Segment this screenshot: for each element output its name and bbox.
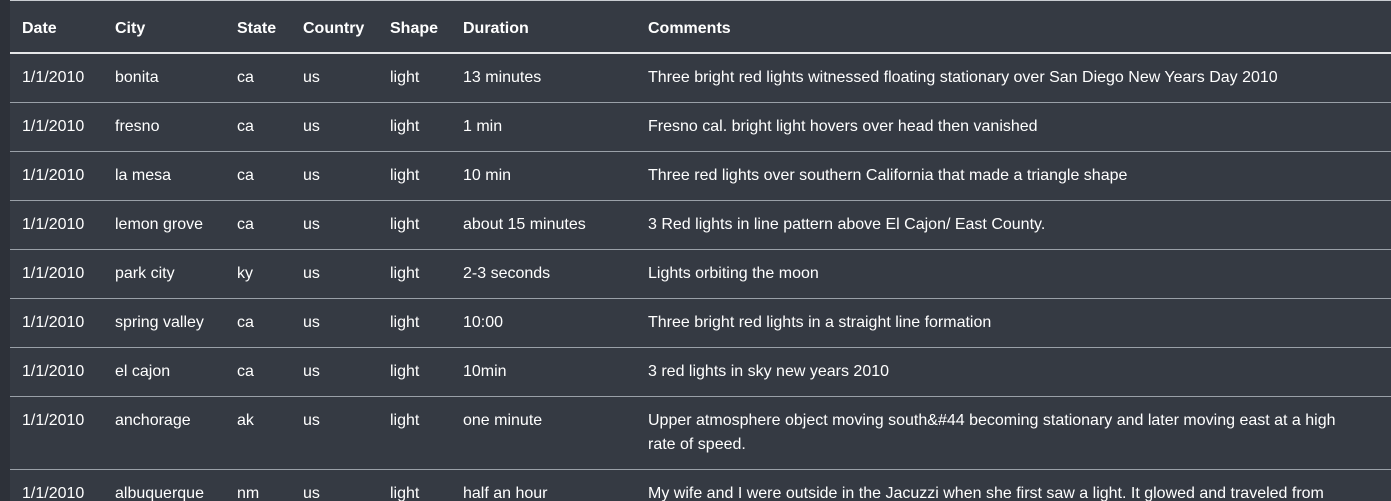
table-row: 1/1/2010 bonita ca us light 13 minutes T… [10, 53, 1391, 103]
cell-date: 1/1/2010 [10, 347, 103, 397]
cell-duration: 10min [451, 347, 636, 397]
cell-shape: light [378, 53, 451, 103]
table-row: 1/1/2010 albuquerque nm us light half an… [10, 469, 1391, 501]
cell-shape: light [378, 102, 451, 152]
left-margin-strip [0, 0, 10, 501]
header-date[interactable]: Date [10, 5, 103, 54]
cell-comments: Lights orbiting the moon [636, 249, 1391, 299]
cell-city: fresno [103, 102, 225, 152]
cell-comments: 3 red lights in sky new years 2010 [636, 347, 1391, 397]
cell-shape: light [378, 200, 451, 250]
header-comments[interactable]: Comments [636, 5, 1391, 54]
cell-city: el cajon [103, 347, 225, 397]
page: Date City State Country Shape Duration C… [0, 0, 1391, 501]
cell-duration: 1 min [451, 102, 636, 152]
cell-date: 1/1/2010 [10, 102, 103, 152]
cell-duration: one minute [451, 396, 636, 470]
table-row: 1/1/2010 el cajon ca us light 10min 3 re… [10, 347, 1391, 397]
cell-city: spring valley [103, 298, 225, 348]
cell-shape: light [378, 151, 451, 201]
cell-shape: light [378, 249, 451, 299]
cell-duration: 13 minutes [451, 53, 636, 103]
table-row: 1/1/2010 anchorage ak us light one minut… [10, 396, 1391, 470]
cell-country: us [291, 347, 378, 397]
cell-city: la mesa [103, 151, 225, 201]
cell-city: lemon grove [103, 200, 225, 250]
cell-country: us [291, 151, 378, 201]
cell-comments: Three red lights over southern Californi… [636, 151, 1391, 201]
cell-duration: 10:00 [451, 298, 636, 348]
cell-city: albuquerque [103, 469, 225, 501]
cell-state: ca [225, 200, 291, 250]
cell-city: anchorage [103, 396, 225, 470]
cell-comments: Upper atmosphere object moving south&#44… [636, 396, 1391, 470]
cell-country: us [291, 469, 378, 501]
table-header: Date City State Country Shape Duration C… [10, 5, 1391, 54]
ufo-sightings-table: Date City State Country Shape Duration C… [10, 5, 1391, 501]
cell-state: ak [225, 396, 291, 470]
cell-comments: My wife and I were outside in the Jacuzz… [636, 469, 1391, 501]
cell-state: ca [225, 53, 291, 103]
cell-comments: 3 Red lights in line pattern above El Ca… [636, 200, 1391, 250]
cell-duration: 2-3 seconds [451, 249, 636, 299]
cell-duration: half an hour [451, 469, 636, 501]
ufo-sightings-table-container: Date City State Country Shape Duration C… [10, 0, 1391, 501]
cell-state: nm [225, 469, 291, 501]
cell-date: 1/1/2010 [10, 396, 103, 470]
cell-country: us [291, 102, 378, 152]
cell-date: 1/1/2010 [10, 298, 103, 348]
cell-date: 1/1/2010 [10, 200, 103, 250]
header-row: Date City State Country Shape Duration C… [10, 5, 1391, 54]
header-city[interactable]: City [103, 5, 225, 54]
table-row: 1/1/2010 spring valley ca us light 10:00… [10, 298, 1391, 348]
cell-shape: light [378, 347, 451, 397]
cell-state: ca [225, 102, 291, 152]
header-shape[interactable]: Shape [378, 5, 451, 54]
cell-comments: Three bright red lights in a straight li… [636, 298, 1391, 348]
header-duration[interactable]: Duration [451, 5, 636, 54]
table-row: 1/1/2010 la mesa ca us light 10 min Thre… [10, 151, 1391, 201]
cell-state: ca [225, 151, 291, 201]
cell-date: 1/1/2010 [10, 249, 103, 299]
cell-country: us [291, 249, 378, 299]
cell-shape: light [378, 396, 451, 470]
cell-country: us [291, 200, 378, 250]
cell-date: 1/1/2010 [10, 53, 103, 103]
cell-country: us [291, 298, 378, 348]
header-state[interactable]: State [225, 5, 291, 54]
cell-state: ca [225, 347, 291, 397]
cell-date: 1/1/2010 [10, 151, 103, 201]
cell-date: 1/1/2010 [10, 469, 103, 501]
cell-duration: about 15 minutes [451, 200, 636, 250]
cell-comments: Three bright red lights witnessed floati… [636, 53, 1391, 103]
cell-shape: light [378, 298, 451, 348]
table-row: 1/1/2010 lemon grove ca us light about 1… [10, 200, 1391, 250]
cell-city: park city [103, 249, 225, 299]
cell-country: us [291, 396, 378, 470]
header-country[interactable]: Country [291, 5, 378, 54]
cell-duration: 10 min [451, 151, 636, 201]
cell-state: ca [225, 298, 291, 348]
table-row: 1/1/2010 park city ky us light 2-3 secon… [10, 249, 1391, 299]
cell-country: us [291, 53, 378, 103]
table-row: 1/1/2010 fresno ca us light 1 min Fresno… [10, 102, 1391, 152]
cell-state: ky [225, 249, 291, 299]
cell-shape: light [378, 469, 451, 501]
cell-city: bonita [103, 53, 225, 103]
cell-comments: Fresno cal. bright light hovers over hea… [636, 102, 1391, 152]
table-body: 1/1/2010 bonita ca us light 13 minutes T… [10, 53, 1391, 501]
